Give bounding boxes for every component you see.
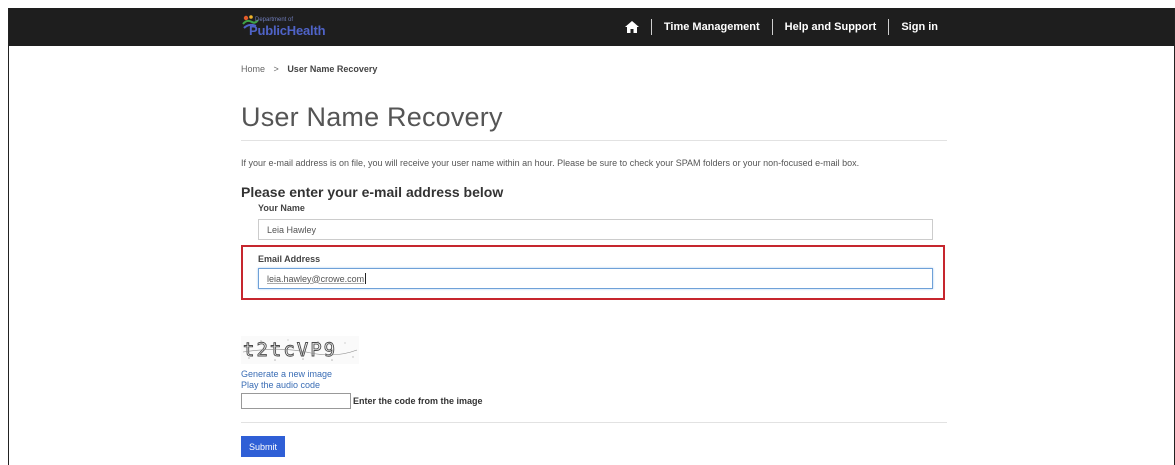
email-address-value: leia.hawley@crowe.com — [267, 273, 365, 284]
nav-home[interactable] — [613, 21, 651, 33]
breadcrumb-separator: > — [273, 64, 279, 74]
top-navbar: Department of PublicHealth Time Manageme… — [9, 8, 1174, 46]
text-cursor — [365, 273, 367, 284]
submit-button[interactable]: Submit — [241, 436, 285, 457]
breadcrumb-home[interactable]: Home — [241, 64, 265, 74]
captcha-code-input[interactable] — [241, 393, 351, 409]
breadcrumb: Home > User Name Recovery — [241, 64, 377, 74]
your-name-value: Leia Hawley — [267, 224, 317, 235]
browser-page: Department of PublicHealth Time Manageme… — [8, 8, 1175, 465]
your-name-label: Your Name — [258, 203, 305, 213]
info-text: If your e-mail address is on file, you w… — [241, 158, 860, 168]
home-icon — [624, 21, 639, 33]
nav-help-and-support[interactable]: Help and Support — [773, 21, 889, 33]
captcha-image: t2tcVP9 — [241, 336, 359, 364]
main-nav: Time Management Help and Support Sign in — [613, 8, 950, 46]
play-audio-code-link[interactable]: Play the audio code — [241, 380, 320, 390]
generate-new-image-link[interactable]: Generate a new image — [241, 369, 332, 379]
divider — [241, 422, 947, 423]
nav-sign-in[interactable]: Sign in — [889, 21, 950, 33]
public-health-logo[interactable]: Department of PublicHealth — [241, 14, 361, 40]
email-address-label: Email Address — [258, 254, 321, 264]
captcha-code-label: Enter the code from the image — [353, 396, 483, 406]
breadcrumb-current: User Name Recovery — [287, 64, 378, 74]
form-heading: Please enter your e-mail address below — [241, 184, 504, 200]
divider — [241, 140, 947, 141]
logo-name: PublicHealth — [249, 23, 326, 38]
page-title: User Name Recovery — [241, 102, 503, 132]
email-address-field[interactable]: leia.hawley@crowe.com — [258, 268, 933, 289]
your-name-field[interactable]: Leia Hawley — [258, 219, 933, 240]
nav-time-management[interactable]: Time Management — [652, 21, 772, 33]
